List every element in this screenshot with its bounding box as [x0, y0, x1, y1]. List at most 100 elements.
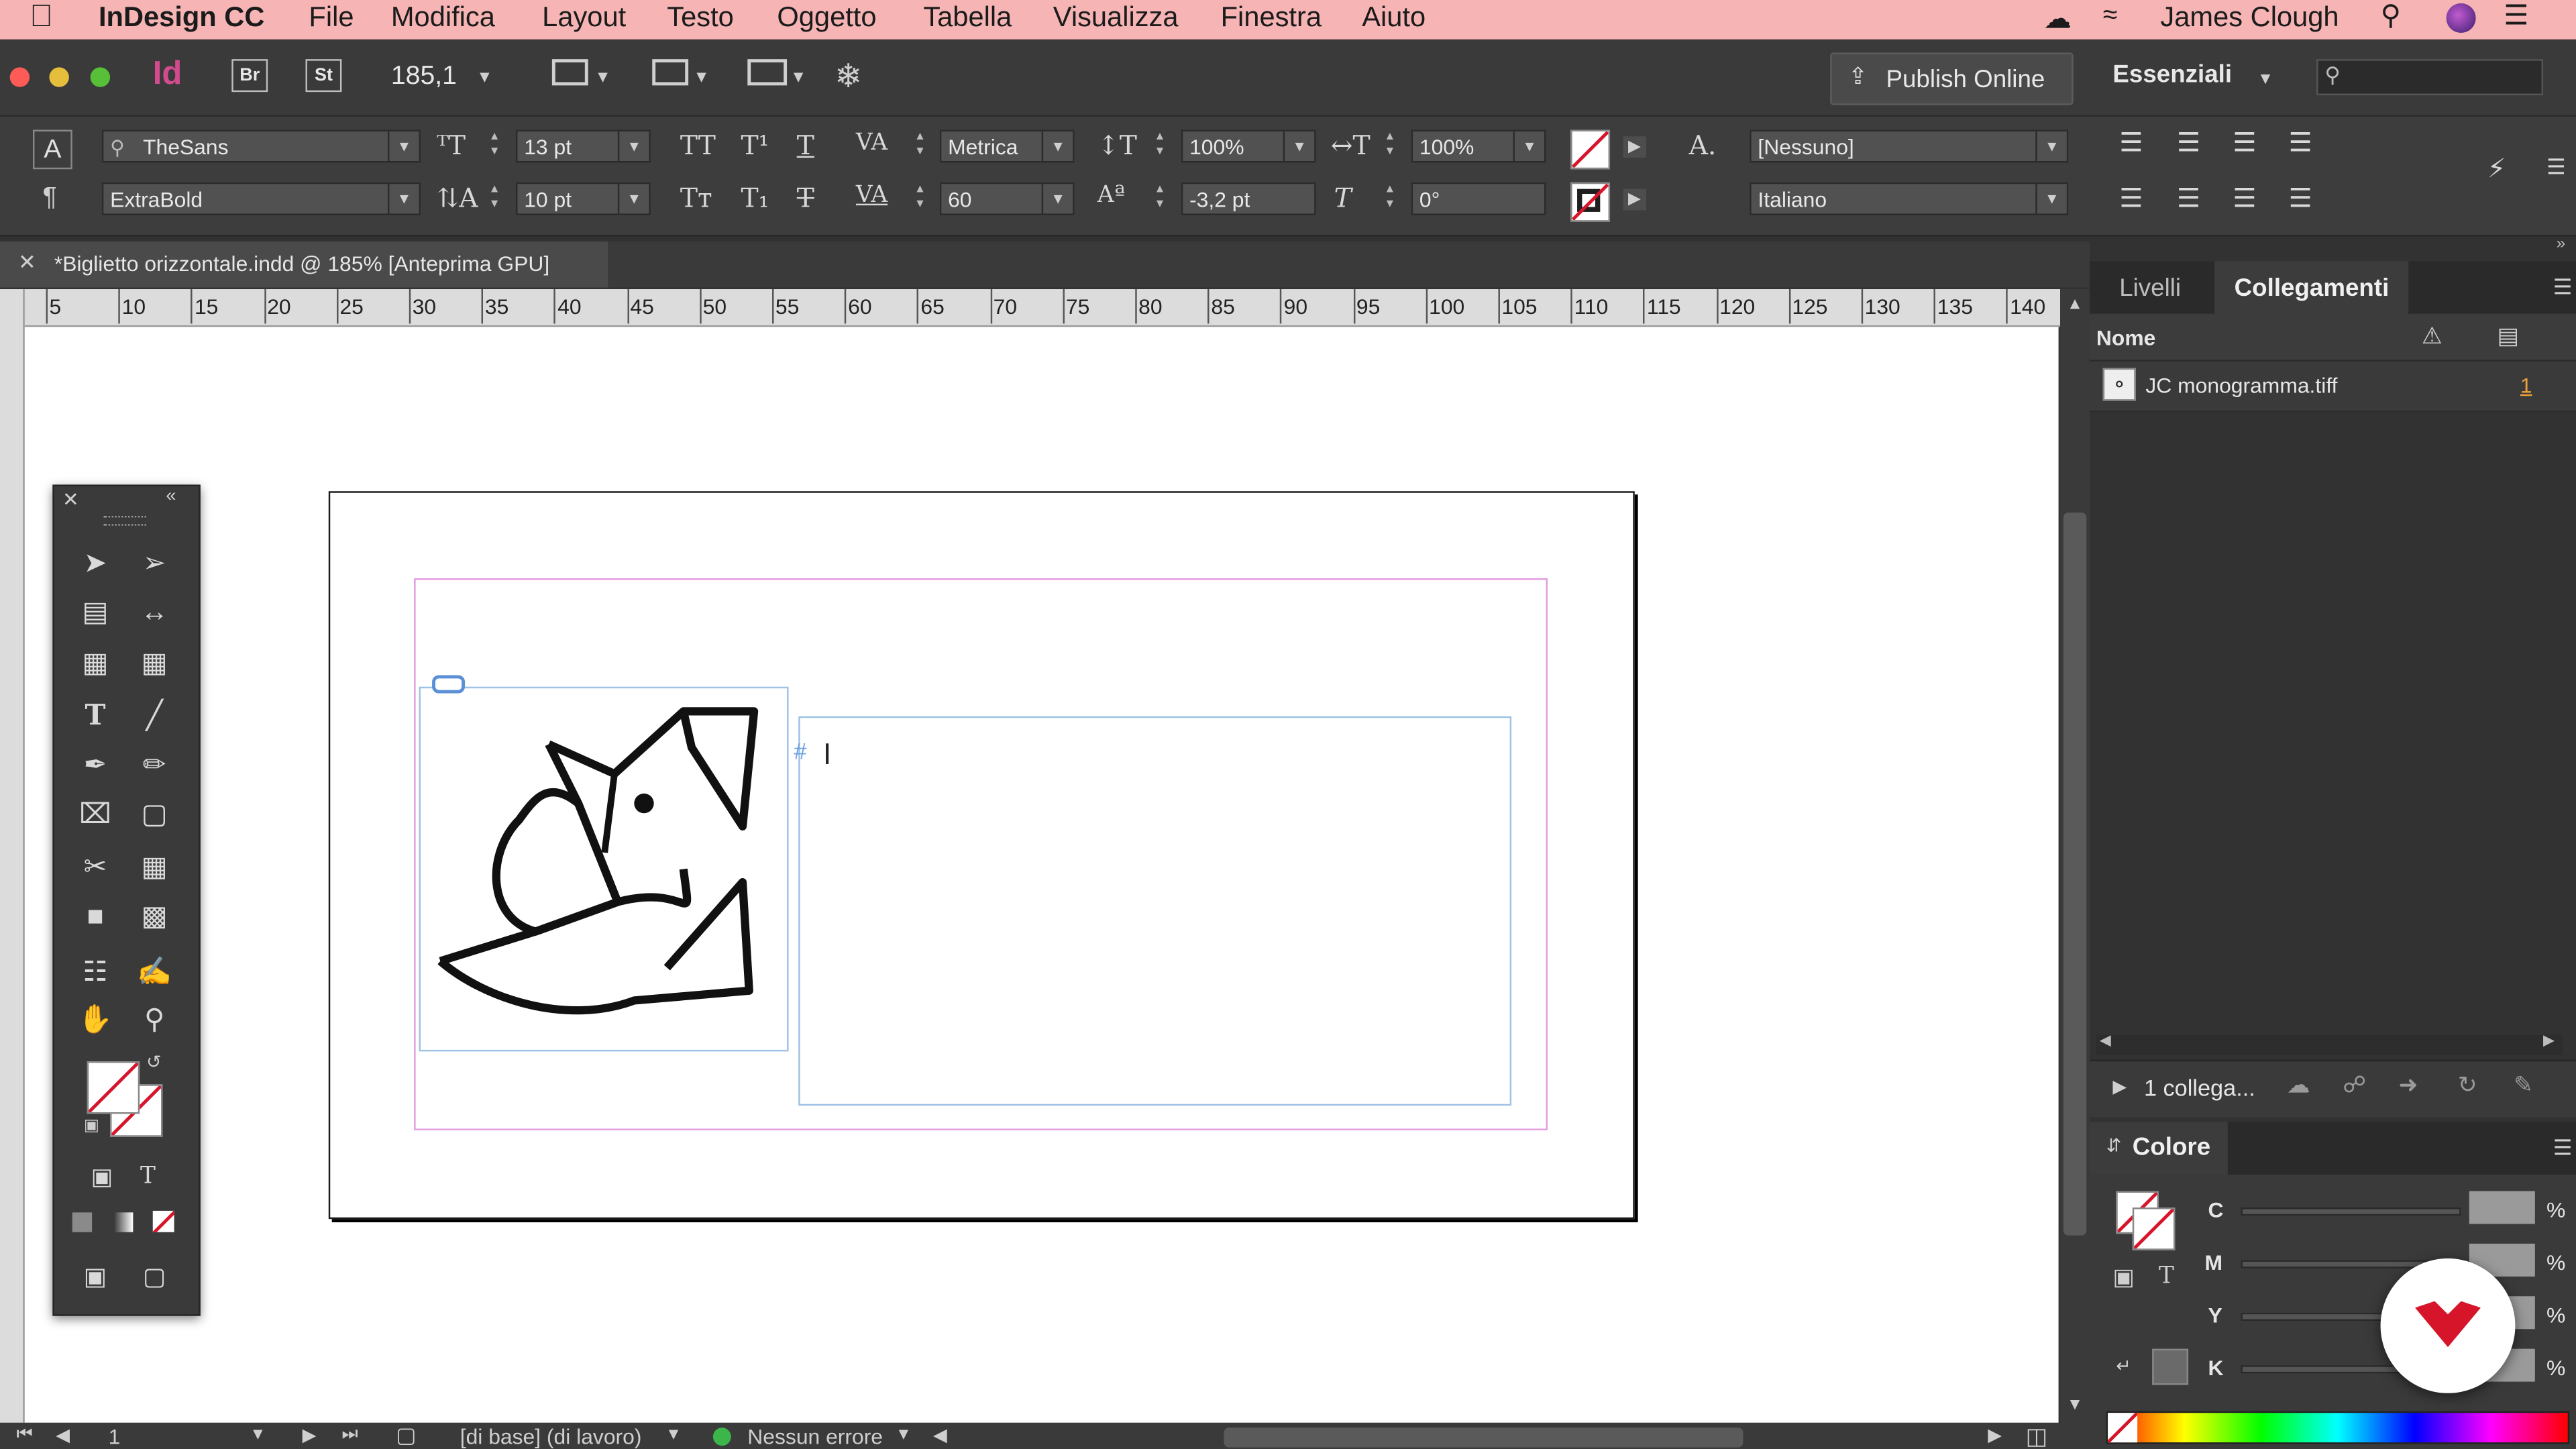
vertical-scale-field[interactable]: 100% ▼ — [1181, 129, 1316, 163]
links-name-column[interactable]: Nome — [2096, 325, 2155, 350]
master-page-label[interactable]: [di base] (di lavoro) — [460, 1424, 642, 1449]
last-page-icon[interactable]: ⏭ — [341, 1424, 358, 1446]
preflight-errors-label[interactable]: Nessun errore — [747, 1424, 883, 1449]
link-row[interactable]: ⚬ JC monogramma.tiff 1 — [2090, 361, 2576, 413]
direct-selection-tool-icon[interactable]: ➢ — [133, 544, 176, 584]
minimize-window-button[interactable] — [49, 67, 69, 87]
font-family-field[interactable]: ⚲ TheSans ▼ — [101, 129, 421, 163]
align-left-icon[interactable]: ☰ — [2119, 127, 2143, 158]
menu-layout[interactable]: Layout — [542, 1, 626, 34]
preflight-dropdown-icon[interactable]: ▼ — [896, 1426, 912, 1444]
align-right-icon[interactable]: ☰ — [2233, 127, 2256, 158]
selection-tool-icon[interactable]: ➤ — [74, 544, 117, 584]
scroll-right-icon[interactable]: ▶ — [1988, 1424, 2002, 1446]
cc-libraries-link-icon[interactable]: ☁ — [2287, 1071, 2310, 1099]
scissors-tool-icon[interactable]: ✂ — [74, 848, 117, 888]
pasteboard[interactable]: # I — [24, 327, 2059, 1423]
first-page-icon[interactable]: ⏮ — [16, 1424, 32, 1446]
tab-colore[interactable]: ⇵ Colore — [2090, 1122, 2228, 1175]
menu-aiuto[interactable]: Aiuto — [1362, 1, 1426, 34]
creative-cloud-icon[interactable]: ☁ — [2044, 3, 2072, 36]
apply-gradient-icon[interactable] — [113, 1212, 133, 1232]
font-style-dropdown-icon[interactable]: ▼ — [387, 184, 419, 214]
tracking-field[interactable]: 60 ▼ — [939, 182, 1075, 215]
tab-document[interactable]: ✕ *Biglietto orizzontale.indd @ 185% [An… — [0, 241, 608, 288]
horizontal-scrollbar-thumb[interactable] — [1224, 1428, 1743, 1448]
document-page[interactable]: # I — [328, 491, 1635, 1220]
page-tool-icon[interactable]: ▤ — [74, 593, 117, 633]
horizontal-scale-dropdown-icon[interactable]: ▼ — [1513, 131, 1545, 162]
edit-original-icon[interactable]: ✎ — [2514, 1071, 2533, 1099]
formatting-affects-text-icon[interactable]: T — [127, 1157, 170, 1196]
close-tab-icon[interactable]: ✕ — [18, 250, 36, 276]
gpu-performance-icon[interactable]: ❄ — [835, 56, 862, 97]
links-page-column-icon[interactable]: ▤ — [2497, 322, 2518, 350]
zoom-dropdown-icon[interactable]: ▼ — [476, 69, 492, 87]
swap-fill-stroke-icon[interactable]: ↺ — [146, 1051, 162, 1073]
kerning-dropdown-icon[interactable]: ▼ — [1041, 131, 1073, 162]
fill-menu-icon[interactable]: ▶ — [1623, 136, 1646, 158]
eyedropper-tool-icon[interactable]: ✍ — [133, 953, 176, 992]
content-placer-icon[interactable]: ▦ — [133, 644, 176, 684]
zoom-window-button[interactable] — [90, 67, 111, 87]
page-dropdown-icon[interactable]: ▼ — [250, 1426, 266, 1444]
links-status-column-icon[interactable]: ⚠ — [2422, 322, 2443, 350]
link-page-number[interactable]: 1 — [2520, 373, 2532, 398]
links-scroll-left-icon[interactable]: ◀ — [2100, 1032, 2111, 1050]
go-to-link-icon[interactable]: ➜ — [2399, 1071, 2418, 1099]
align-away-spine-icon[interactable]: ☰ — [2288, 182, 2312, 214]
superscript-icon[interactable]: T¹ — [741, 129, 769, 161]
bridge-button[interactable]: Br — [231, 59, 268, 93]
notification-center-icon[interactable]: ☰ — [2504, 0, 2528, 33]
text-frame[interactable]: # I — [794, 716, 1512, 1106]
arrange-documents-dropdown-icon[interactable]: ▼ — [790, 69, 806, 87]
quick-apply-icon[interactable]: ⚡ — [2487, 153, 2506, 184]
page-number-field[interactable]: 1 — [109, 1424, 121, 1449]
scrollbar-thumb[interactable] — [2063, 513, 2087, 1236]
rectangle-tool-icon[interactable]: ▢ — [133, 795, 176, 835]
apple-icon[interactable]:  — [30, 0, 53, 36]
menu-oggetto[interactable]: Oggetto — [777, 1, 876, 34]
horizontal-ruler[interactable]: 5 10 15 20 25 30 35 40 45 50 55 60 65 70 75 80 85 90 95 100… — [23, 289, 2061, 327]
skew-stepper[interactable]: ▲ ▼ — [1379, 182, 1401, 215]
note-tool-icon[interactable]: ☷ — [74, 953, 117, 992]
close-window-button[interactable] — [9, 67, 30, 87]
horizontal-scale-stepper[interactable]: ▲ ▼ — [1379, 129, 1401, 162]
screen-mode-icon[interactable] — [652, 59, 689, 86]
spotlight-search-icon[interactable]: ⚲ — [2381, 0, 2401, 33]
underline-icon[interactable]: T — [797, 129, 814, 161]
next-page-icon[interactable]: ▶ — [303, 1424, 317, 1446]
menu-file[interactable]: File — [309, 1, 354, 34]
kerning-field[interactable]: Metrica ▼ — [939, 129, 1075, 163]
language-dropdown-icon[interactable]: ▼ — [2035, 184, 2067, 214]
align-center-icon[interactable]: ☰ — [2177, 127, 2200, 158]
update-link-icon[interactable]: ↻ — [2458, 1071, 2477, 1099]
view-options-dropdown-icon[interactable]: ▼ — [595, 69, 611, 87]
wifi-icon[interactable]: ≈ — [2103, 1, 2118, 31]
previous-page-icon[interactable]: ◀ — [56, 1424, 70, 1446]
zoom-tool-icon[interactable]: ⚲ — [133, 1000, 176, 1040]
character-style-dropdown-icon[interactable]: ▼ — [2035, 131, 2067, 162]
menu-modifica[interactable]: Modifica — [391, 1, 495, 34]
pencil-tool-icon[interactable]: ✏ — [133, 746, 176, 786]
preview-mode-icon[interactable]: ▢ — [133, 1258, 176, 1298]
color-text-icon[interactable]: T — [2159, 1263, 2174, 1289]
menu-finestra[interactable]: Finestra — [1221, 1, 1322, 34]
small-caps-icon[interactable]: Tᴛ — [680, 182, 712, 214]
strikethrough-icon[interactable]: T — [797, 182, 814, 214]
master-dropdown-icon[interactable]: ▼ — [665, 1426, 682, 1444]
vertical-ruler[interactable] — [0, 289, 25, 1423]
kerning-stepper[interactable]: ▲ ▼ — [908, 129, 931, 162]
rectangle-frame-tool-icon[interactable]: ⌧ — [74, 795, 117, 835]
tracking-dropdown-icon[interactable]: ▼ — [1041, 184, 1073, 214]
all-caps-icon[interactable]: TT — [680, 129, 716, 161]
vertical-scale-dropdown-icon[interactable]: ▼ — [1283, 131, 1315, 162]
view-options-icon[interactable] — [551, 59, 588, 86]
type-tool-icon[interactable]: T — [74, 696, 117, 736]
fill-swatch[interactable] — [87, 1061, 140, 1114]
character-style-field[interactable]: [Nessuno] ▼ — [1750, 129, 2069, 163]
content-collector-icon[interactable]: ▦ — [74, 644, 117, 684]
workspace-dropdown-icon[interactable]: ▼ — [2257, 70, 2273, 89]
graphic-frame[interactable] — [419, 675, 789, 1052]
siri-icon[interactable] — [2446, 3, 2476, 33]
